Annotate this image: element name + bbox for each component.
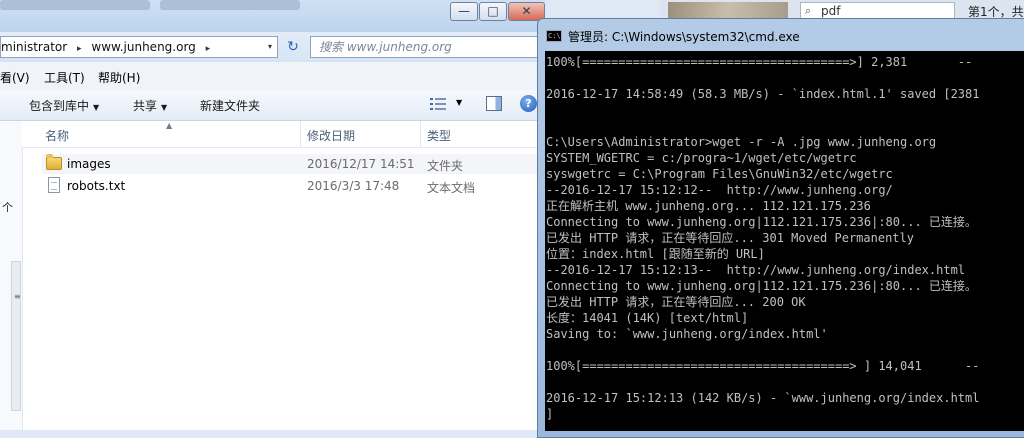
search-icon: ⌕ — [805, 4, 812, 17]
console-line: 100%[===================================… — [546, 55, 973, 69]
refresh-button[interactable]: ↻ — [281, 36, 305, 58]
menu-bar: 看(V) 工具(T) 帮助(H) — [0, 62, 545, 91]
address-row: ministrator ▸ www.junheng.org ▸ ▾ ↻ 搜索 w… — [0, 32, 545, 62]
file-row[interactable]: robots.txt 2016/3/3 17:48 文本文档 — [42, 176, 545, 196]
breadcrumb-arrow-icon[interactable]: ▸ — [206, 39, 211, 57]
file-type: 文本文档 — [427, 181, 476, 195]
minimize-button[interactable]: — — [450, 2, 478, 21]
cmd-app-icon[interactable]: C:\ — [546, 30, 562, 42]
cmd-titlebar[interactable]: C:\ 管理员: C:\Windows\system32\cmd.exe — [538, 19, 1024, 51]
console-line: --2016-12-17 15:12:13-- http://www.junhe… — [546, 263, 966, 277]
file-name: images — [67, 157, 111, 171]
navigation-pane: 个 ≡ — [0, 121, 23, 430]
address-bar[interactable]: ministrator ▸ www.junheng.org ▸ ▾ — [0, 36, 278, 58]
include-in-library-button[interactable]: 包含到库中 ▼ — [29, 97, 99, 114]
column-headers: ▲ 名称 修改日期 类型 — [22, 121, 545, 148]
console-line: Saving to: `www.junheng.org/index.html' — [546, 327, 828, 341]
title-blur — [160, 0, 300, 10]
console-output[interactable]: 100%[===================================… — [545, 51, 1024, 431]
maximize-button[interactable]: □ — [479, 2, 507, 21]
file-name: robots.txt — [67, 179, 126, 193]
share-button[interactable]: 共享 ▼ — [133, 97, 167, 114]
console-line: 正在解析主机 www.junheng.org... 112.121.175.23… — [546, 199, 871, 213]
help-icon[interactable]: ? — [520, 95, 537, 112]
explorer-window: — □ ✕ ministrator ▸ www.junheng.org ▸ ▾ … — [0, 0, 545, 430]
sort-up-icon: ▲ — [166, 121, 173, 130]
text-file-icon — [48, 177, 60, 193]
preview-pane-icon[interactable] — [486, 96, 502, 111]
title-blur — [0, 0, 150, 10]
view-options-icon[interactable] — [430, 97, 446, 111]
menu-help[interactable]: 帮助(H) — [98, 69, 140, 86]
breadcrumb-arrow-icon[interactable]: ▸ — [77, 39, 82, 57]
breadcrumb-segment[interactable]: ministrator — [1, 37, 67, 57]
console-line: SYSTEM_WGETRC = c:/progra~1/wget/etc/wge… — [546, 151, 857, 165]
console-line: 已发出 HTTP 请求，正在等待回应... 301 Moved Permanen… — [546, 231, 914, 245]
search-input[interactable]: 搜索 www.junheng.org — [310, 36, 542, 58]
nav-pane-label: 个 — [2, 201, 13, 214]
column-type-header[interactable]: 类型 — [427, 127, 451, 144]
view-dropdown-icon[interactable]: ▼ — [456, 98, 462, 107]
command-toolbar: 包含到库中 ▼ 共享 ▼ 新建文件夹 ▼ ? — [0, 90, 545, 121]
cmd-window: C:\ 管理员: C:\Windows\system32\cmd.exe 100… — [537, 18, 1024, 438]
breadcrumb-segment[interactable]: www.junheng.org — [91, 37, 195, 57]
console-line: ] — [546, 407, 554, 421]
column-divider[interactable] — [300, 121, 301, 147]
file-date: 2016/3/3 17:48 — [307, 179, 400, 193]
include-in-library-label: 包含到库中 — [29, 99, 90, 113]
console-line: --2016-12-17 15:12:12-- http://www.junhe… — [546, 183, 893, 197]
dropdown-arrow-icon: ▼ — [161, 103, 168, 112]
menu-view[interactable]: 看(V) — [0, 69, 30, 86]
console-line: 100%[===================================… — [546, 359, 980, 373]
console-line: C:\Users\Administrator>wget -r -A .jpg w… — [546, 135, 937, 149]
new-folder-button[interactable]: 新建文件夹 — [200, 97, 260, 114]
console-line: 已发出 HTTP 请求，正在等待回应... 200 OK — [546, 295, 806, 309]
file-type: 文件夹 — [427, 159, 464, 173]
console-line: 长度：14041 (14K) [text/html] — [546, 311, 749, 325]
console-line: Connecting to www.junheng.org|112.121.17… — [546, 279, 977, 293]
share-label: 共享 — [133, 99, 158, 113]
explorer-titlebar: — □ ✕ — [0, 0, 545, 32]
file-date: 2016/12/17 14:51 — [307, 157, 415, 171]
cmd-window-title: 管理员: C:\Windows\system32\cmd.exe — [568, 30, 800, 44]
console-line: 2016-12-17 14:58:49 (58.3 MB/s) - `index… — [546, 87, 980, 101]
folder-icon — [46, 154, 62, 170]
console-line: 2016-12-17 15:12:13 (142 KB/s) - `www.ju… — [546, 391, 980, 405]
column-divider[interactable] — [420, 121, 421, 147]
column-name-header[interactable]: 名称 — [45, 127, 69, 144]
column-date-header[interactable]: 修改日期 — [307, 127, 355, 144]
file-row[interactable]: images 2016/12/17 14:51 文件夹 — [42, 154, 545, 174]
dropdown-arrow-icon: ▼ — [93, 103, 100, 112]
background-search-text: pdf — [821, 4, 841, 18]
console-line: Connecting to www.junheng.org|112.121.17… — [546, 215, 977, 229]
nav-scrollbar[interactable]: ≡ — [11, 261, 21, 411]
address-dropdown-icon[interactable]: ▾ — [263, 37, 277, 57]
scroll-grip-icon[interactable]: ≡ — [14, 292, 21, 301]
menu-tools[interactable]: 工具(T) — [44, 69, 85, 86]
console-line: 位置：index.html [跟随至新的 URL] — [546, 247, 765, 261]
console-line: syswgetrc = C:\Program Files\GnuWin32/et… — [546, 167, 893, 181]
